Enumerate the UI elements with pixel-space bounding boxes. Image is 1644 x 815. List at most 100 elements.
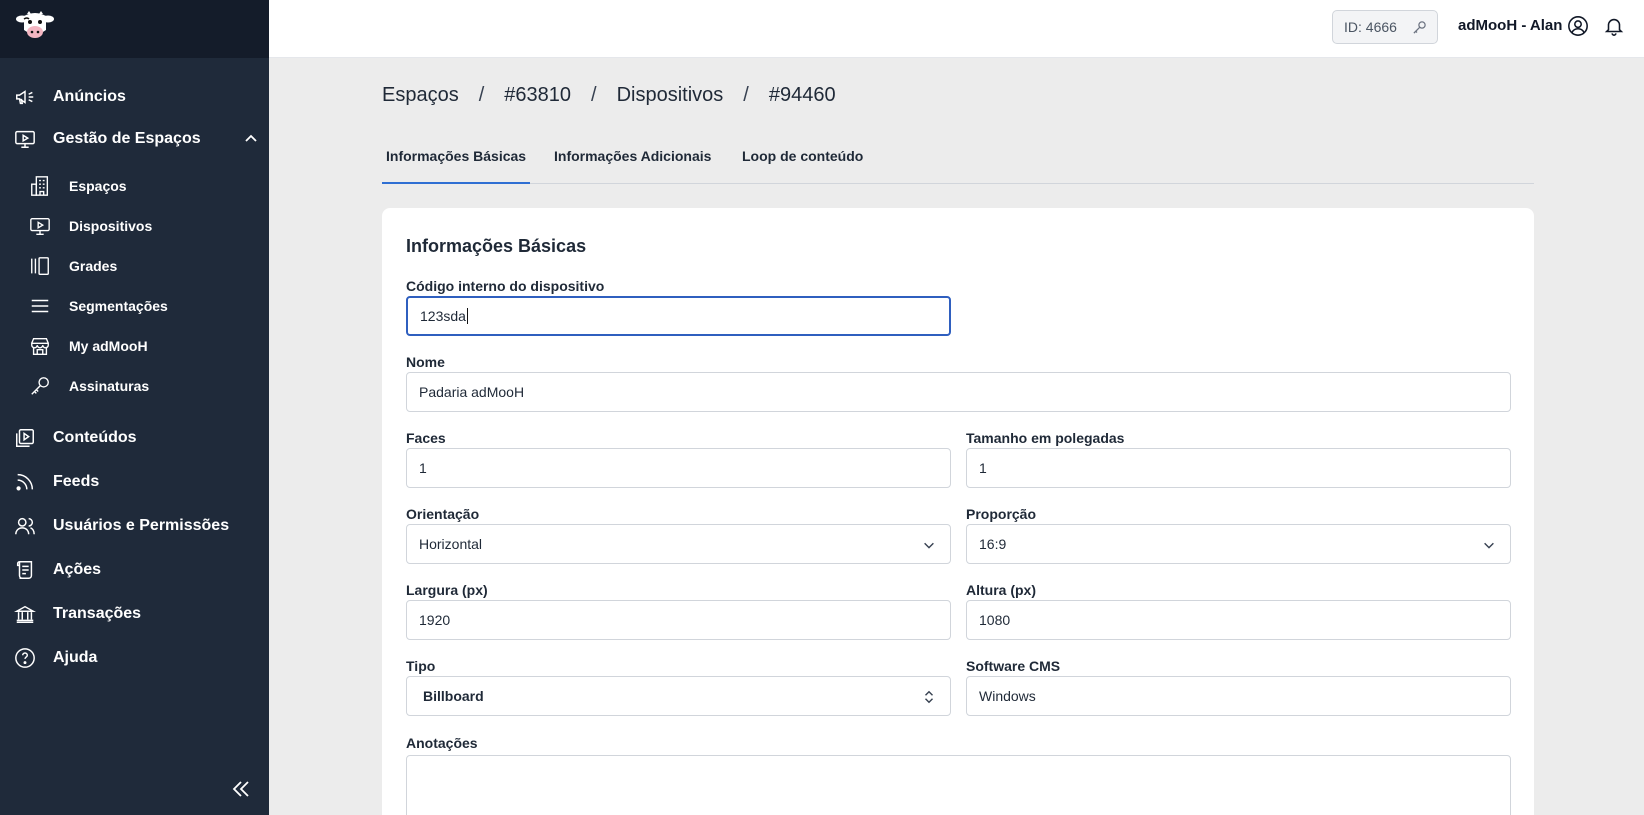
- key-icon: [1413, 21, 1426, 34]
- proporcao-label: Proporção: [966, 506, 1037, 522]
- sidebar-subitem-espacos[interactable]: Espaços: [0, 168, 269, 204]
- sidebar-item-usuarios-e-permissoes[interactable]: Usuários e Permissões: [0, 506, 269, 546]
- codigo-input[interactable]: 123sda: [406, 296, 951, 336]
- bank-icon: [13, 602, 37, 626]
- text-caret: [466, 308, 468, 324]
- sidebar-item-label: Anúncios: [53, 88, 126, 105]
- sidebar-item-transacoes[interactable]: Transações: [0, 594, 269, 634]
- sidebar-item-conteudos[interactable]: Conteúdos: [0, 418, 269, 458]
- tamanho-value: 1: [979, 460, 987, 476]
- sidebar-item-feeds[interactable]: Feeds: [0, 462, 269, 502]
- rss-icon: [13, 470, 37, 494]
- breadcrumb-item[interactable]: #63810: [504, 84, 571, 107]
- tipo-select[interactable]: Billboard: [406, 676, 951, 716]
- sidebar-subitem-my-admooh[interactable]: My adMooH: [0, 328, 269, 364]
- nome-label: Nome: [406, 354, 445, 370]
- megaphone-icon: [13, 85, 37, 109]
- sidebar-subitem-label: Espaços: [69, 178, 127, 194]
- nome-value: Padaria adMooH: [419, 384, 525, 400]
- sidebar-item-anuncios[interactable]: Anúncios: [0, 77, 269, 117]
- breadcrumb-item[interactable]: Espaços: [382, 84, 459, 107]
- store-icon: [29, 335, 51, 357]
- breadcrumb-separator: /: [478, 84, 485, 106]
- sidebar-item-label: Ajuda: [53, 649, 98, 666]
- breadcrumb-separator: /: [591, 84, 597, 106]
- sidebar-item-ajuda[interactable]: Ajuda: [0, 638, 269, 678]
- sidebar-subitem-dispositivos[interactable]: Dispositivos: [0, 208, 269, 244]
- codigo-value: 123sda: [420, 308, 466, 324]
- altura-value: 1080: [979, 612, 1011, 628]
- key-icon: [29, 375, 51, 397]
- user-name[interactable]: adMooH - Alan: [1458, 17, 1562, 34]
- sidebar-item-label: Ações: [53, 561, 102, 578]
- software-value: Windows: [979, 688, 1036, 704]
- cow-logo-icon[interactable]: [14, 10, 56, 42]
- altura-input[interactable]: 1080: [966, 600, 1511, 640]
- software-input[interactable]: Windows: [966, 676, 1511, 716]
- scroll-icon: [13, 558, 37, 582]
- logo-bar: [0, 0, 269, 58]
- chevron-up-down-icon: [925, 690, 933, 704]
- sidebar-subitem-label: Assinaturas: [69, 378, 150, 394]
- grid-columns-icon: [29, 255, 51, 277]
- account-id-chip[interactable]: ID: 4666: [1332, 10, 1438, 44]
- user-circle-icon[interactable]: [1567, 15, 1589, 37]
- card-title: Informações Básicas: [406, 236, 587, 256]
- sidebar-item-label: Usuários e Permissões: [53, 517, 230, 534]
- breadcrumb-item[interactable]: Dispositivos: [617, 84, 724, 107]
- sidebar-subitem-label: My adMooH: [69, 338, 148, 354]
- anotacoes-textarea[interactable]: [406, 755, 1511, 815]
- software-label: Software CMS: [966, 658, 1061, 674]
- largura-input[interactable]: 1920: [406, 600, 951, 640]
- sidebar-subitem-assinaturas[interactable]: Assinaturas: [0, 368, 269, 404]
- sidebar-subitem-segmentacoes[interactable]: Segmentações: [0, 288, 269, 324]
- chevron-down-icon: [1484, 542, 1494, 549]
- chevron-down-icon: [924, 542, 934, 549]
- chevron-up-icon[interactable]: [243, 131, 259, 147]
- users-icon: [13, 514, 37, 538]
- building-icon: [29, 175, 51, 197]
- tamanho-label: Tamanho em polegadas: [966, 430, 1125, 446]
- basic-info-card: Informações Básicas Código interno do di…: [382, 208, 1534, 815]
- sidebar: Anúncios Gestão de Espaços Espaços Dispo…: [0, 0, 269, 815]
- tipo-label: Tipo: [406, 658, 436, 674]
- top-header: ID: 4666 adMooH - Alan: [269, 0, 1644, 58]
- orientacao-select[interactable]: Horizontal: [406, 524, 951, 564]
- orientacao-label: Orientação: [406, 506, 480, 522]
- sidebar-subitem-label: Segmentações: [69, 298, 168, 314]
- sidebar-item-acoes[interactable]: Ações: [0, 550, 269, 590]
- breadcrumb: Espaços / #63810 / Dispositivos / #94460: [382, 84, 836, 107]
- sidebar-subitem-label: Dispositivos: [69, 218, 153, 234]
- faces-input[interactable]: 1: [406, 448, 951, 488]
- nome-input[interactable]: Padaria adMooH: [406, 372, 1511, 412]
- tab-loop-de-conteudo[interactable]: Loop de conteúdo: [742, 148, 863, 164]
- tab-informacoes-basicas[interactable]: Informações Básicas: [381, 148, 531, 184]
- bell-icon[interactable]: [1603, 15, 1625, 37]
- orientacao-value: Horizontal: [419, 536, 483, 552]
- help-circle-icon: [13, 646, 37, 670]
- breadcrumb-separator: /: [743, 84, 749, 106]
- faces-value: 1: [419, 460, 427, 476]
- sidebar-item-label: Gestão de Espaços: [53, 130, 201, 147]
- breadcrumb-item: #94460: [768, 84, 836, 106]
- monitor-play-icon: [29, 215, 51, 237]
- faces-label: Faces: [406, 430, 446, 446]
- sidebar-item-label: Feeds: [53, 473, 100, 490]
- sidebar-item-label: Conteúdos: [53, 429, 137, 446]
- tipo-value: Billboard: [423, 688, 484, 704]
- sidebar-item-gestao-de-espacos[interactable]: Gestão de Espaços: [0, 119, 269, 159]
- largura-label: Largura (px): [406, 582, 488, 598]
- codigo-label: Código interno do dispositivo: [406, 278, 605, 294]
- tab-informacoes-adicionais[interactable]: Informações Adicionais: [554, 148, 711, 164]
- tab-bar: Informações Básicas Informações Adiciona…: [381, 140, 1534, 184]
- sidebar-subitem-label: Grades: [69, 258, 118, 274]
- account-id-label: ID: 4666: [1344, 19, 1397, 35]
- proporcao-value: 16:9: [979, 536, 1007, 552]
- media-library-icon: [13, 426, 37, 450]
- sidebar-item-label: Transações: [53, 605, 142, 622]
- sidebar-subitem-grades[interactable]: Grades: [0, 248, 269, 284]
- altura-label: Altura (px): [966, 582, 1036, 598]
- proporcao-select[interactable]: 16:9: [966, 524, 1511, 564]
- collapse-sidebar-icon[interactable]: [229, 777, 253, 801]
- tamanho-input[interactable]: 1: [966, 448, 1511, 488]
